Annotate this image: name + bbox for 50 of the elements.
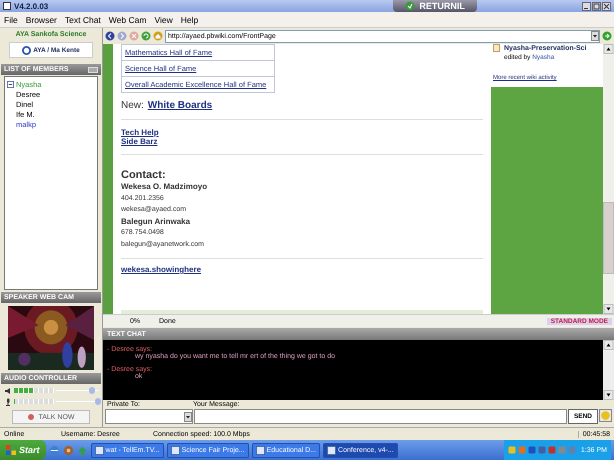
scroll-up-icon[interactable] bbox=[603, 340, 614, 350]
page-edit-icon bbox=[493, 44, 501, 52]
new-page-link[interactable]: White Boards bbox=[148, 100, 212, 111]
window-icon bbox=[170, 446, 180, 454]
tree-toggle-icon[interactable] bbox=[7, 80, 14, 88]
ring-icon bbox=[22, 46, 32, 54]
app-icon bbox=[3, 2, 11, 10]
menu-item[interactable]: Text Chat bbox=[64, 14, 101, 24]
window-icon bbox=[327, 446, 336, 454]
level-meter bbox=[14, 399, 54, 404]
page-link[interactable]: Side Barz bbox=[121, 137, 158, 146]
back-icon[interactable] bbox=[105, 31, 115, 41]
scroll-up-icon[interactable] bbox=[603, 44, 614, 54]
microphone-icon bbox=[4, 398, 12, 406]
contact-line: Balegun Arinwaka bbox=[121, 216, 192, 227]
scrollbar[interactable] bbox=[603, 44, 614, 314]
minimize-icon[interactable] bbox=[582, 2, 591, 10]
contact-line: Wekesa O. Madzimoyo bbox=[121, 181, 208, 192]
volume-slider[interactable] bbox=[56, 387, 98, 394]
scroll-down-icon[interactable] bbox=[603, 390, 614, 400]
menu-item[interactable]: Help bbox=[180, 14, 198, 24]
menu-item[interactable]: View bbox=[154, 14, 173, 24]
window-icon bbox=[94, 446, 104, 454]
new-label: New: bbox=[121, 100, 144, 111]
returnil-badge: RETURNIL bbox=[393, 0, 477, 12]
page-link[interactable]: wekesa.showinghere bbox=[121, 265, 202, 274]
windows-logo-icon bbox=[6, 445, 16, 455]
close-icon[interactable] bbox=[602, 2, 611, 10]
home-icon[interactable] bbox=[153, 31, 163, 41]
start-button[interactable]: Start bbox=[0, 440, 46, 460]
contact-heading: Contact: bbox=[121, 169, 167, 181]
message-field[interactable] bbox=[194, 409, 567, 424]
maximize-icon[interactable] bbox=[592, 2, 601, 10]
window-icon bbox=[256, 446, 265, 454]
browser-icon[interactable] bbox=[48, 444, 60, 456]
refresh-icon[interactable] bbox=[141, 31, 151, 41]
page-link[interactable]: Tech Help bbox=[121, 128, 159, 137]
dropdown-icon[interactable] bbox=[591, 31, 599, 41]
volume-slider[interactable] bbox=[56, 398, 98, 405]
stop-icon[interactable] bbox=[129, 31, 139, 41]
speaker-icon bbox=[4, 386, 12, 394]
menu-item[interactable]: File bbox=[4, 14, 18, 24]
record-dot-icon bbox=[27, 413, 36, 421]
menu-item[interactable]: Browser bbox=[26, 14, 57, 24]
dropdown-icon[interactable] bbox=[184, 412, 192, 422]
scroll-down-icon[interactable] bbox=[603, 304, 614, 314]
level-meter bbox=[14, 388, 54, 393]
window-title: V4.2.0.03 bbox=[14, 2, 48, 10]
menu-item[interactable]: Web Cam bbox=[108, 14, 146, 24]
collapse-icon[interactable] bbox=[88, 66, 98, 72]
